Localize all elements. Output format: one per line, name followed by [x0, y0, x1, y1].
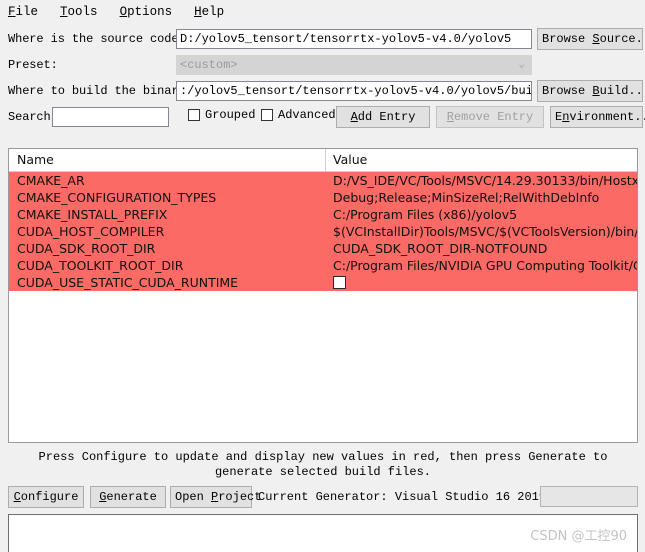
preset-select[interactable]: <custom> ⌄: [176, 55, 532, 75]
menu-options-mnemonic: O: [119, 5, 128, 19]
progress-bar: [540, 486, 638, 507]
cell-variable-name: CMAKE_CONFIGURATION_TYPES: [17, 190, 217, 205]
menu-bar: File Tools Options Help: [0, 0, 645, 24]
source-path-input[interactable]: D:/yolov5_tensort/tensorrtx-yolov5-v4.0/…: [176, 29, 532, 49]
build-path-input[interactable]: :/yolov5_tensort/tensorrtx-yolov5-v4.0/y…: [176, 81, 532, 101]
cell-variable-value[interactable]: [333, 274, 346, 291]
menu-tools[interactable]: Tools: [60, 3, 108, 21]
preset-row: Preset: <custom> ⌄: [0, 52, 645, 78]
table-body: CMAKE_AR D:/VS_IDE/VC/Tools/MSVC/14.29.30…: [9, 172, 637, 291]
browse-build-mnemonic: B: [592, 84, 600, 98]
browse-build-button[interactable]: Browse Build...: [537, 80, 645, 102]
generate-post: enerate: [106, 490, 157, 504]
add-entry-post: dd Entry: [357, 110, 416, 124]
menu-tools-mnemonic: T: [60, 5, 68, 19]
chevron-down-icon: ⌄: [518, 85, 525, 97]
column-header-name[interactable]: Name: [17, 152, 54, 167]
cell-variable-name: CUDA_USE_STATIC_CUDA_RUNTIME: [17, 275, 239, 290]
browse-build-pre: Browse: [542, 84, 593, 98]
table-row[interactable]: CUDA_USE_STATIC_CUDA_RUNTIME: [9, 274, 637, 291]
menu-options-label: ptions: [127, 5, 173, 19]
grouped-checkbox[interactable]: Grouped: [188, 108, 255, 122]
table-header: Name Value: [9, 149, 637, 172]
add-entry-button[interactable]: Add Entry: [336, 106, 430, 128]
environment-button[interactable]: Environment...: [550, 106, 645, 128]
cell-variable-value[interactable]: C:/Program Files (x86)/yolov5: [333, 206, 517, 223]
cell-variable-value[interactable]: Debug;Release;MinSizeRel;RelWithDebInfo: [333, 189, 599, 206]
cell-variable-value[interactable]: C:/Program Files/NVIDIA GPU Computing To…: [333, 257, 637, 274]
cell-variable-value[interactable]: D:/VS_IDE/VC/Tools/MSVC/14.29.30133/bin/…: [333, 172, 637, 189]
browse-source-button[interactable]: Browse Source...: [537, 28, 645, 50]
checkbox-icon: [188, 109, 200, 121]
menu-file-label: ile: [15, 5, 39, 19]
cmake-gui-window: File Tools Options Help Where is the sou…: [0, 0, 645, 552]
build-row: Where to build the binaries: :/yolov5_te…: [0, 78, 645, 104]
checkbox-icon[interactable]: [333, 276, 346, 289]
column-divider[interactable]: [325, 149, 326, 171]
source-label: Where is the source code:: [8, 32, 186, 46]
remove-entry-post: emove Entry: [453, 110, 534, 124]
table-row[interactable]: CUDA_TOOLKIT_ROOT_DIR C:/Program Files/NV…: [9, 257, 637, 274]
remove-entry-mnemonic: R: [446, 110, 454, 124]
status-hint: Press Configure to update and display ne…: [38, 450, 608, 479]
menu-help-mnemonic: H: [194, 5, 202, 19]
column-header-value[interactable]: Value: [333, 152, 367, 167]
configure-mnemonic: C: [13, 490, 21, 504]
menu-help-label: elp: [201, 5, 225, 19]
search-input[interactable]: [52, 107, 169, 127]
preset-selected-value: <custom>: [180, 58, 238, 72]
cell-variable-name: CUDA_SDK_ROOT_DIR: [17, 241, 156, 256]
configure-button[interactable]: Configure: [8, 486, 84, 508]
browse-source-post: ource...: [599, 32, 645, 46]
cell-variable-name: CMAKE_AR: [17, 173, 85, 188]
cell-variable-name: CUDA_HOST_COMPILER: [17, 224, 165, 239]
table-row[interactable]: CMAKE_INSTALL_PREFIX C:/Program Files (x8…: [9, 206, 637, 223]
browse-source-pre: Browse: [542, 32, 593, 46]
remove-entry-button: Remove Entry: [436, 106, 544, 128]
checkbox-icon: [261, 109, 273, 121]
current-generator-label: Current Generator: Visual Studio 16 2019: [258, 490, 547, 504]
table-row[interactable]: CUDA_SDK_ROOT_DIR CUDA_SDK_ROOT_DIR-NOTFO…: [9, 240, 637, 257]
open-project-button[interactable]: Open Project: [170, 486, 261, 508]
output-pane[interactable]: CSDN @工控90: [8, 514, 638, 552]
add-entry-mnemonic: A: [350, 110, 358, 124]
table-row[interactable]: CMAKE_CONFIGURATION_TYPES Debug;Release;M…: [9, 189, 637, 206]
source-row: Where is the source code: D:/yolov5_tens…: [0, 26, 645, 52]
cell-variable-name: CMAKE_INSTALL_PREFIX: [17, 207, 168, 222]
path-form: Where is the source code: D:/yolov5_tens…: [0, 26, 645, 130]
chevron-down-icon: ⌄: [518, 59, 525, 71]
grouped-label: Grouped: [205, 108, 256, 122]
cache-variables-table[interactable]: Name Value CMAKE_AR D:/VS_IDE/VC/Tools/MS…: [8, 148, 638, 443]
cell-variable-name: CUDA_TOOLKIT_ROOT_DIR: [17, 258, 184, 273]
advanced-checkbox[interactable]: Advanced: [261, 108, 336, 122]
cell-variable-value[interactable]: $(VCInstallDir)Tools/MSVC/$(VCToolsVersi…: [333, 223, 637, 240]
open-project-post: roject: [218, 490, 262, 504]
environment-post: vironment...: [569, 110, 645, 124]
menu-help[interactable]: Help: [194, 3, 234, 21]
browse-source-mnemonic: S: [592, 32, 600, 46]
menu-options[interactable]: Options: [120, 3, 183, 21]
table-row[interactable]: CMAKE_AR D:/VS_IDE/VC/Tools/MSVC/14.29.30…: [9, 172, 637, 189]
browse-build-post: uild...: [599, 84, 645, 98]
cell-variable-value[interactable]: CUDA_SDK_ROOT_DIR-NOTFOUND: [333, 240, 547, 257]
build-path-value: :/yolov5_tensort/tensorrtx-yolov5-v4.0/y…: [180, 84, 531, 98]
search-label: Search:: [8, 110, 58, 124]
open-project-pre: Open: [175, 490, 212, 504]
preset-label: Preset:: [8, 58, 58, 72]
generate-button[interactable]: Generate: [90, 486, 166, 508]
search-row: Search: Grouped Advanced Add Entry Remov…: [0, 104, 645, 130]
menu-file[interactable]: File: [8, 3, 48, 21]
configure-post: onfigure: [20, 490, 79, 504]
menu-file-mnemonic: F: [8, 5, 16, 19]
table-row[interactable]: CUDA_HOST_COMPILER $(VCInstallDir)Tools/M…: [9, 223, 637, 240]
watermark-label: CSDN @工控90: [530, 529, 627, 544]
menu-tools-label: ools: [67, 5, 98, 19]
advanced-label: Advanced: [278, 108, 336, 122]
